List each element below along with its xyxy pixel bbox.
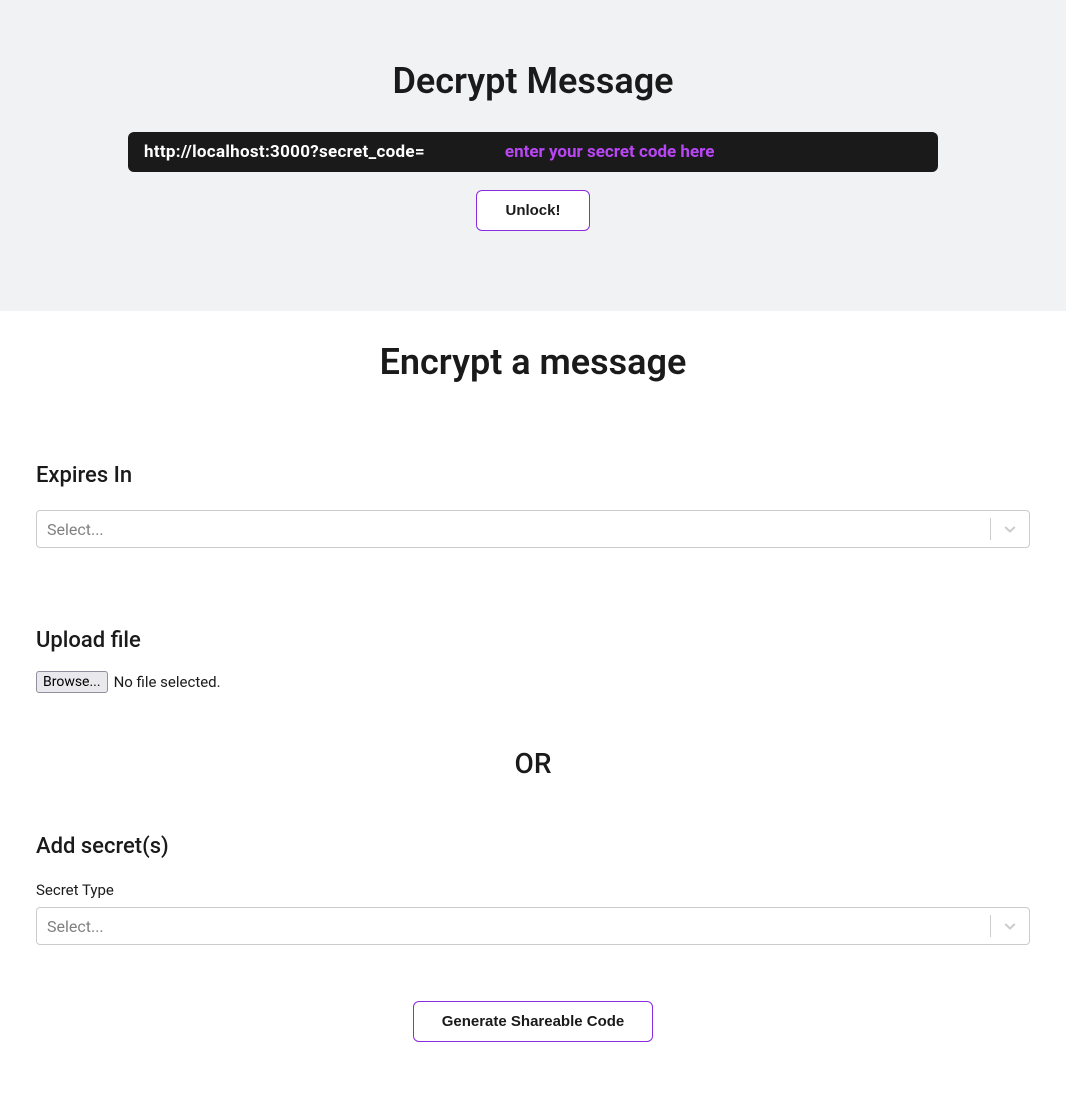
add-secrets-label: Add secret(s) [36,834,1030,859]
upload-file-section: Upload file Browse... No file selected. [36,628,1030,693]
upload-file-label: Upload file [36,628,1030,653]
secret-type-placeholder: Select... [47,917,990,936]
select-indicator [990,915,1019,937]
expires-in-placeholder: Select... [47,520,990,539]
secret-code-url-bar: http://localhost:3000?secret_code= [128,132,938,172]
chevron-down-icon [1001,520,1019,538]
or-divider: OR [36,747,1030,780]
encrypt-title: Encrypt a message [36,341,1030,383]
secret-type-label: Secret Type [36,881,1030,899]
unlock-button[interactable]: Unlock! [476,190,589,231]
generate-shareable-code-button[interactable]: Generate Shareable Code [413,1001,654,1042]
secret-code-input[interactable] [505,142,922,162]
url-prefix: http://localhost:3000?secret_code= [144,142,425,162]
expires-in-label: Expires In [36,463,1030,488]
secret-type-select[interactable]: Select... [36,907,1030,945]
file-input-row: Browse... No file selected. [36,671,1030,693]
generate-button-wrap: Generate Shareable Code [36,1001,1030,1042]
no-file-selected-text: No file selected. [114,673,221,691]
select-indicator [990,518,1019,540]
decrypt-section: Decrypt Message http://localhost:3000?se… [0,0,1066,311]
chevron-down-icon [1001,917,1019,935]
expires-in-select[interactable]: Select... [36,510,1030,548]
encrypt-section: Encrypt a message Expires In Select... U… [0,311,1066,1102]
browse-button[interactable]: Browse... [36,671,108,693]
decrypt-title: Decrypt Message [0,60,1066,102]
